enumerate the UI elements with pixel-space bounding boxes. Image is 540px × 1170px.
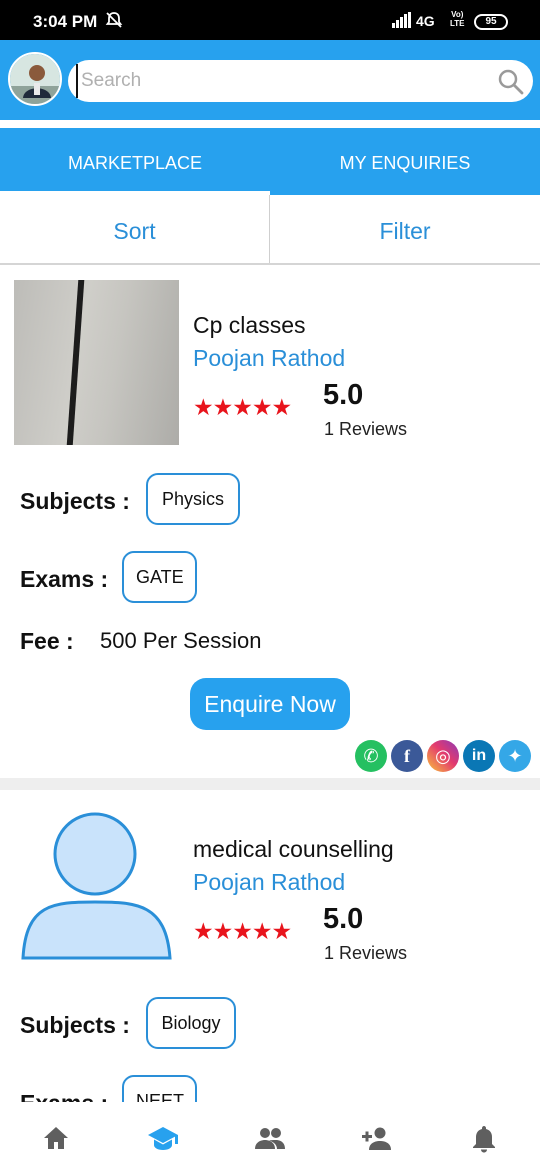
review-count: 1 Reviews xyxy=(324,419,408,439)
subject-chip: Physics xyxy=(146,473,240,525)
filter-button[interactable]: Filter xyxy=(270,195,540,263)
subjects-label: Subjects : xyxy=(20,1012,130,1038)
subjects-label: Subjects : xyxy=(20,488,130,514)
exam-chip: NEET xyxy=(122,1075,197,1102)
listing-title: medical counselling xyxy=(193,836,394,862)
star-rating-icon: ★★★★★ xyxy=(193,918,292,944)
thumbnail-detail xyxy=(65,280,85,445)
twitter-icon[interactable]: ✦ xyxy=(499,740,531,772)
star-rating-icon: ★★★★★ xyxy=(193,394,292,420)
tab-bar: MARKETPLACE MY ENQUIRIES xyxy=(0,128,540,195)
people-icon[interactable] xyxy=(254,1122,286,1154)
battery-indicator: 95 xyxy=(474,14,508,30)
volte-bottom: LTE xyxy=(450,19,465,28)
facebook-icon[interactable]: f xyxy=(391,740,423,772)
listing-thumbnail xyxy=(14,280,179,445)
sort-button[interactable]: Sort xyxy=(0,195,270,263)
school-icon[interactable] xyxy=(147,1122,179,1154)
whatsapp-icon[interactable]: ✆ xyxy=(355,740,387,772)
add-person-icon[interactable] xyxy=(360,1122,392,1154)
fee-label: Fee : xyxy=(20,628,74,654)
rating-value: 5.0 xyxy=(323,903,364,935)
subject-chip: Biology xyxy=(146,997,236,1049)
listing-owner[interactable]: Poojan Rathod xyxy=(193,869,345,896)
notification-bell-icon[interactable] xyxy=(468,1122,500,1154)
search-bar[interactable] xyxy=(68,60,533,102)
exams-label: Exams : xyxy=(20,1090,108,1102)
home-icon[interactable] xyxy=(40,1122,72,1154)
bell-muted-icon xyxy=(105,12,123,28)
instagram-icon[interactable]: ◎ xyxy=(427,740,459,772)
bottom-navigation xyxy=(0,1102,540,1170)
exam-chip: GATE xyxy=(122,551,197,603)
tab-marketplace[interactable]: MARKETPLACE xyxy=(0,128,270,195)
status-time: 3:04 PM xyxy=(33,12,98,31)
search-input[interactable] xyxy=(76,64,486,98)
tab-my-enquiries[interactable]: MY ENQUIRIES xyxy=(270,128,540,195)
listing-owner[interactable]: Poojan Rathod xyxy=(193,345,345,372)
status-bar: 3:04 PM 4G Vo) LTE 95 xyxy=(0,0,540,40)
listing-scroll-area[interactable]: Cp classes Poojan Rathod ★★★★★ 5.0 1 Rev… xyxy=(0,266,540,1102)
signal-icon xyxy=(392,12,411,28)
volte-top: Vo) xyxy=(451,10,464,19)
avatar[interactable] xyxy=(8,52,62,106)
linkedin-icon[interactable]: in xyxy=(463,740,495,772)
volte-indicator: Vo) LTE xyxy=(450,10,465,28)
default-profile-icon xyxy=(21,812,172,960)
rating-value: 5.0 xyxy=(323,379,364,411)
exams-label: Exams : xyxy=(20,566,109,592)
listing-card[interactable]: medical counselling Poojan Rathod ★★★★★ … xyxy=(0,790,540,1102)
listing-title: Cp classes xyxy=(193,312,306,338)
avatar-image xyxy=(10,54,60,104)
fee-value: 500 Per Session xyxy=(100,628,262,653)
search-icon[interactable] xyxy=(497,68,525,96)
network-type: 4G xyxy=(416,13,435,29)
sort-filter-bar: Sort Filter xyxy=(0,195,540,265)
enquire-now-button[interactable]: Enquire Now xyxy=(190,678,350,730)
app-header xyxy=(0,40,540,120)
listing-card[interactable]: Cp classes Poojan Rathod ★★★★★ 5.0 1 Rev… xyxy=(0,266,540,778)
review-count: 1 Reviews xyxy=(324,943,408,963)
